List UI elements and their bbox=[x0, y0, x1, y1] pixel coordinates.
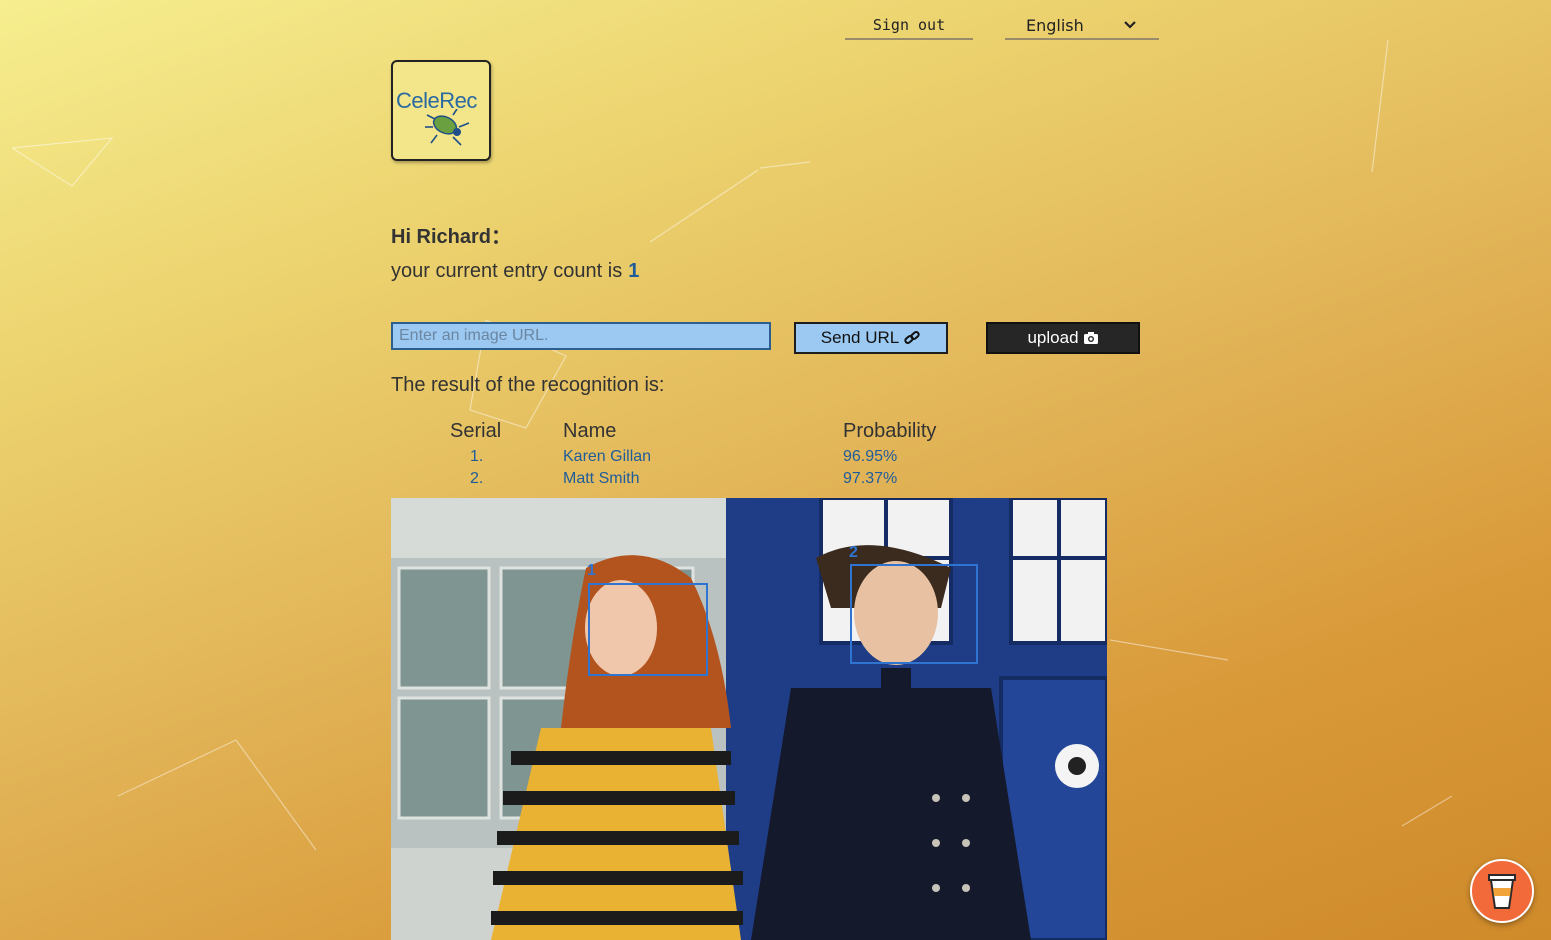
photo-illustration bbox=[391, 498, 1107, 940]
row-serial: 1. bbox=[470, 448, 484, 465]
entry-count-value: 1 bbox=[628, 260, 640, 282]
upload-label: upload bbox=[1027, 328, 1079, 347]
face-box-2 bbox=[850, 564, 978, 664]
camera-icon bbox=[1083, 332, 1098, 344]
row-name: Matt Smith bbox=[563, 470, 640, 487]
app-logo: CeleRec bbox=[391, 60, 491, 161]
image-url-input[interactable] bbox=[391, 322, 771, 350]
send-url-label: Send URL bbox=[820, 328, 900, 347]
language-select[interactable]: English bbox=[1005, 12, 1159, 40]
row-name: Karen Gillan bbox=[563, 448, 652, 465]
column-header-serial: Serial bbox=[450, 420, 502, 442]
row-serial: 2. bbox=[470, 470, 484, 487]
row-probability: 96.95% bbox=[843, 448, 898, 465]
chevron-down-icon bbox=[1124, 21, 1136, 29]
language-selected-value: English bbox=[1026, 15, 1084, 35]
greeting-text: Hi Richard： bbox=[391, 226, 512, 248]
send-url-button[interactable]: Send URL bbox=[794, 322, 948, 354]
sign-out-label: Sign out bbox=[872, 16, 946, 34]
column-header-probability: Probability bbox=[843, 420, 937, 442]
entry-count-prefix: your current entry count is bbox=[391, 260, 623, 282]
coffee-cup-icon bbox=[1488, 874, 1516, 909]
entry-count-line: your current entry count is 1 bbox=[391, 260, 639, 283]
link-icon bbox=[904, 331, 920, 344]
result-title: The result of the recognition is: bbox=[391, 374, 665, 396]
face-box-1 bbox=[588, 583, 708, 676]
bug-icon bbox=[425, 109, 470, 146]
row-probability: 97.37% bbox=[843, 470, 898, 487]
recognition-photo: 1 2 bbox=[391, 498, 1107, 940]
sign-out-link[interactable]: Sign out bbox=[845, 12, 973, 40]
column-header-name: Name bbox=[563, 420, 617, 442]
face-label-2: 2 bbox=[849, 544, 858, 561]
face-label-1: 1 bbox=[587, 562, 596, 579]
upload-button[interactable]: upload bbox=[986, 322, 1140, 354]
buy-me-coffee-button[interactable] bbox=[1470, 859, 1534, 923]
